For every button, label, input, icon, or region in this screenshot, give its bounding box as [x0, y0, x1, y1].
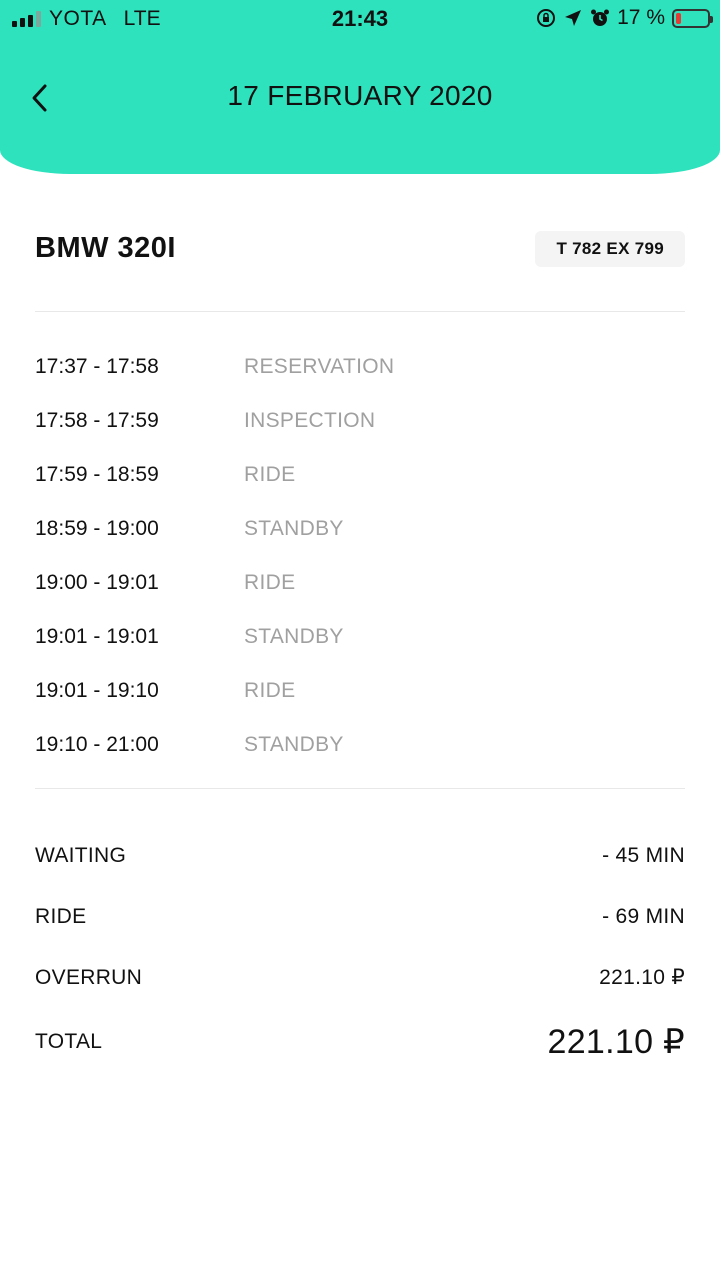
timeline-status: RIDE — [244, 571, 296, 594]
status-right: 17 % — [536, 6, 713, 30]
alarm-icon — [591, 9, 610, 26]
timeline-time: 19:10 - 21:00 — [35, 733, 159, 756]
timeline-row: 17:58 - 17:59 INSPECTION — [35, 394, 685, 448]
timeline-row: 18:59 - 19:00 STANDBY — [35, 502, 685, 556]
status-bar: YOTA LTE 21:43 17 % — [0, 0, 720, 36]
summary-value: 221.10 ₽ — [599, 966, 685, 989]
battery-percent: 17 % — [617, 6, 665, 29]
timeline-status: STANDBY — [244, 733, 344, 756]
summary-value: - 69 MIN — [602, 904, 685, 928]
timeline-time: 17:58 - 17:59 — [35, 409, 159, 432]
timeline-row: 19:01 - 19:10 RIDE — [35, 664, 685, 718]
summary-label: WAITING — [35, 843, 127, 867]
timeline-row: 19:00 - 19:01 RIDE — [35, 556, 685, 610]
timeline-row: 19:10 - 21:00 STANDBY — [35, 718, 685, 772]
timeline-status: STANDBY — [244, 625, 344, 648]
timeline-time: 19:01 - 19:10 — [35, 679, 159, 702]
location-icon — [565, 10, 582, 26]
summary-value: - 45 MIN — [602, 843, 685, 867]
summary-row-ride: RIDE - 69 MIN — [35, 886, 685, 947]
header: YOTA LTE 21:43 17 % 17 FEBRUARY 2020 — [0, 0, 720, 174]
timeline-time: 17:59 - 18:59 — [35, 463, 159, 486]
timeline-status: STANDBY — [244, 517, 344, 540]
timeline-row: 17:37 - 17:58 RESERVATION — [35, 340, 685, 394]
timeline-status: RIDE — [244, 463, 296, 486]
timeline-time: 19:00 - 19:01 — [35, 571, 159, 594]
timeline-time: 17:37 - 17:58 — [35, 355, 159, 378]
timeline-time: 19:01 - 19:01 — [35, 625, 159, 648]
summary-row-total: TOTAL 221.10 ₽ — [35, 1008, 685, 1076]
summary-label: RIDE — [35, 904, 87, 928]
page-title: 17 FEBRUARY 2020 — [227, 80, 493, 111]
timeline-row: 17:59 - 18:59 RIDE — [35, 448, 685, 502]
timeline-status: INSPECTION — [244, 409, 376, 432]
timeline-status: RIDE — [244, 679, 296, 702]
summary-row-overrun: OVERRUN 221.10 ₽ — [35, 947, 685, 1008]
timeline-list: 17:37 - 17:58 RESERVATION 17:58 - 17:59 … — [35, 340, 685, 772]
timeline-row: 19:01 - 19:01 STANDBY — [35, 610, 685, 664]
timeline-time: 18:59 - 19:00 — [35, 517, 159, 540]
divider-bottom — [35, 788, 685, 789]
license-plate-badge: T 782 EX 799 — [535, 231, 685, 267]
battery-icon — [672, 8, 713, 28]
rotation-lock-icon — [537, 9, 556, 27]
summary-section: WAITING - 45 MIN RIDE - 69 MIN OVERRUN 2… — [35, 825, 685, 1076]
divider-top — [35, 311, 685, 312]
total-label: TOTAL — [35, 1030, 103, 1053]
summary-row-waiting: WAITING - 45 MIN — [35, 825, 685, 886]
total-value: 221.10 ₽ — [547, 1023, 685, 1061]
summary-label: OVERRUN — [35, 965, 143, 989]
car-name: BMW 320I — [35, 232, 176, 264]
timeline-status: RESERVATION — [244, 355, 395, 378]
battery-level — [676, 12, 682, 24]
